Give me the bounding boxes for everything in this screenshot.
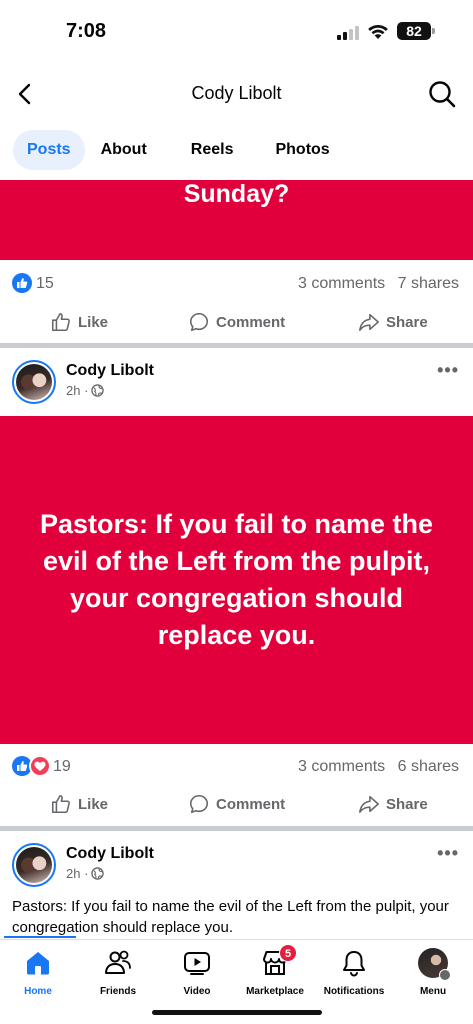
comment-count[interactable]: 3 comments [298, 758, 385, 775]
profile-header: Cody Libolt [0, 70, 473, 118]
thumbs-up-icon [51, 794, 70, 814]
wifi-icon [368, 24, 388, 39]
post-time[interactable]: 2h · [66, 383, 88, 398]
comment-count[interactable]: 3 comments [298, 275, 385, 292]
nav-label: Video [183, 986, 211, 997]
post-divider [0, 343, 473, 348]
facebook-profile-screen: 7:08 82 Cody Libolt Posts About Reels Ph… [0, 0, 473, 1024]
post-author[interactable]: Cody Libolt [66, 362, 154, 380]
avatar-photo [16, 847, 52, 883]
post-action-bar: Like Comment Share [0, 300, 473, 344]
like-label: Like [78, 795, 109, 813]
more-options-icon[interactable]: ••• [437, 360, 459, 381]
notification-badge: 5 [279, 944, 297, 962]
post-header: Cody Libolt 2h · ••• [0, 360, 473, 420]
post-meta: 2h · [66, 866, 105, 881]
comment-button[interactable]: Comment [188, 792, 285, 816]
post-reaction-summary: 15 3 comments 7 shares [0, 263, 473, 303]
page-title: Cody Libolt [191, 83, 282, 103]
post-meta: 2h · [66, 383, 105, 398]
search-icon[interactable] [426, 78, 458, 110]
nav-label: Marketplace [246, 986, 304, 997]
nav-label: Home [24, 986, 52, 997]
nav-label: Notifications [323, 986, 385, 997]
post-action-bar: Like Comment Share [0, 782, 473, 826]
share-arrow-icon [359, 313, 379, 332]
post-image-banner[interactable]: Pastors: If you fail to name the evil of… [0, 416, 473, 744]
share-button[interactable]: Share [358, 792, 428, 816]
nav-marketplace[interactable]: 5 Marketplace [230, 944, 320, 997]
home-icon [27, 952, 49, 975]
menu-icon [439, 969, 451, 981]
avatar[interactable] [12, 843, 56, 887]
share-button[interactable]: Share [358, 310, 428, 334]
status-time: 7:08 [66, 20, 107, 42]
profile-tabs: Posts About Reels Photos [13, 130, 346, 170]
share-label: Share [386, 795, 428, 813]
comment-label: Comment [216, 313, 286, 331]
battery-indicator: 82 [397, 22, 431, 40]
like-reaction-icon [12, 273, 32, 293]
globe-icon [91, 867, 105, 880]
banner-text: Pastors: If you fail to name the evil of… [39, 509, 434, 650]
avatar-photo [16, 364, 52, 400]
comment-bubble-icon [189, 794, 209, 814]
nav-friends[interactable]: Friends [73, 948, 163, 997]
nav-video[interactable]: Video [152, 948, 242, 997]
love-reaction-icon [29, 755, 51, 777]
post-text: Pastors: If you fail to name the evil of… [12, 898, 449, 936]
like-button[interactable]: Like [50, 792, 108, 816]
post-time[interactable]: 2h · [66, 866, 88, 881]
comment-label: Comment [216, 795, 286, 813]
like-button[interactable]: Like [50, 310, 108, 334]
status-bar: 7:08 82 [0, 0, 473, 62]
more-options-icon[interactable]: ••• [437, 843, 459, 864]
battery-tip [432, 28, 435, 34]
avatar [418, 948, 451, 981]
thumbs-up-icon [51, 312, 70, 332]
post-reaction-summary: 19 3 comments 6 shares [0, 746, 473, 786]
globe-icon [91, 384, 105, 397]
comment-button[interactable]: Comment [188, 310, 285, 334]
video-icon [184, 952, 210, 975]
post-header: Cody Libolt 2h · ••• [0, 843, 473, 903]
home-indicator [152, 1010, 322, 1015]
avatar[interactable] [12, 360, 56, 404]
friends-icon [105, 950, 131, 974]
scroll-indicator [4, 936, 76, 938]
engagement-stats: 3 comments 6 shares [290, 758, 459, 776]
tab-photos[interactable]: Photos [261, 130, 343, 170]
nav-home[interactable]: Home [0, 948, 83, 997]
bell-icon [343, 951, 365, 977]
nav-menu[interactable]: Menu [388, 948, 473, 997]
reaction-count: 19 [53, 758, 71, 775]
share-label: Share [386, 313, 428, 331]
nav-label: Menu [419, 986, 447, 997]
post-image-banner[interactable]: Sunday? [0, 180, 473, 260]
like-label: Like [78, 313, 109, 331]
tab-about[interactable]: About [87, 130, 161, 170]
engagement-stats: 3 comments 7 shares [290, 275, 459, 293]
banner-text: Sunday? [183, 180, 290, 208]
tab-reels[interactable]: Reels [177, 130, 248, 170]
post-author[interactable]: Cody Libolt [66, 845, 154, 863]
nav-label: Friends [99, 986, 137, 997]
comment-bubble-icon [189, 312, 209, 332]
share-arrow-icon [359, 795, 379, 814]
post-divider [0, 826, 473, 831]
nav-notifications[interactable]: Notifications [309, 948, 399, 997]
share-count[interactable]: 7 shares [398, 275, 459, 292]
reaction-count: 15 [36, 275, 54, 292]
tab-posts[interactable]: Posts [13, 130, 85, 170]
cellular-signal-icon [337, 26, 361, 40]
share-count[interactable]: 6 shares [398, 758, 459, 775]
